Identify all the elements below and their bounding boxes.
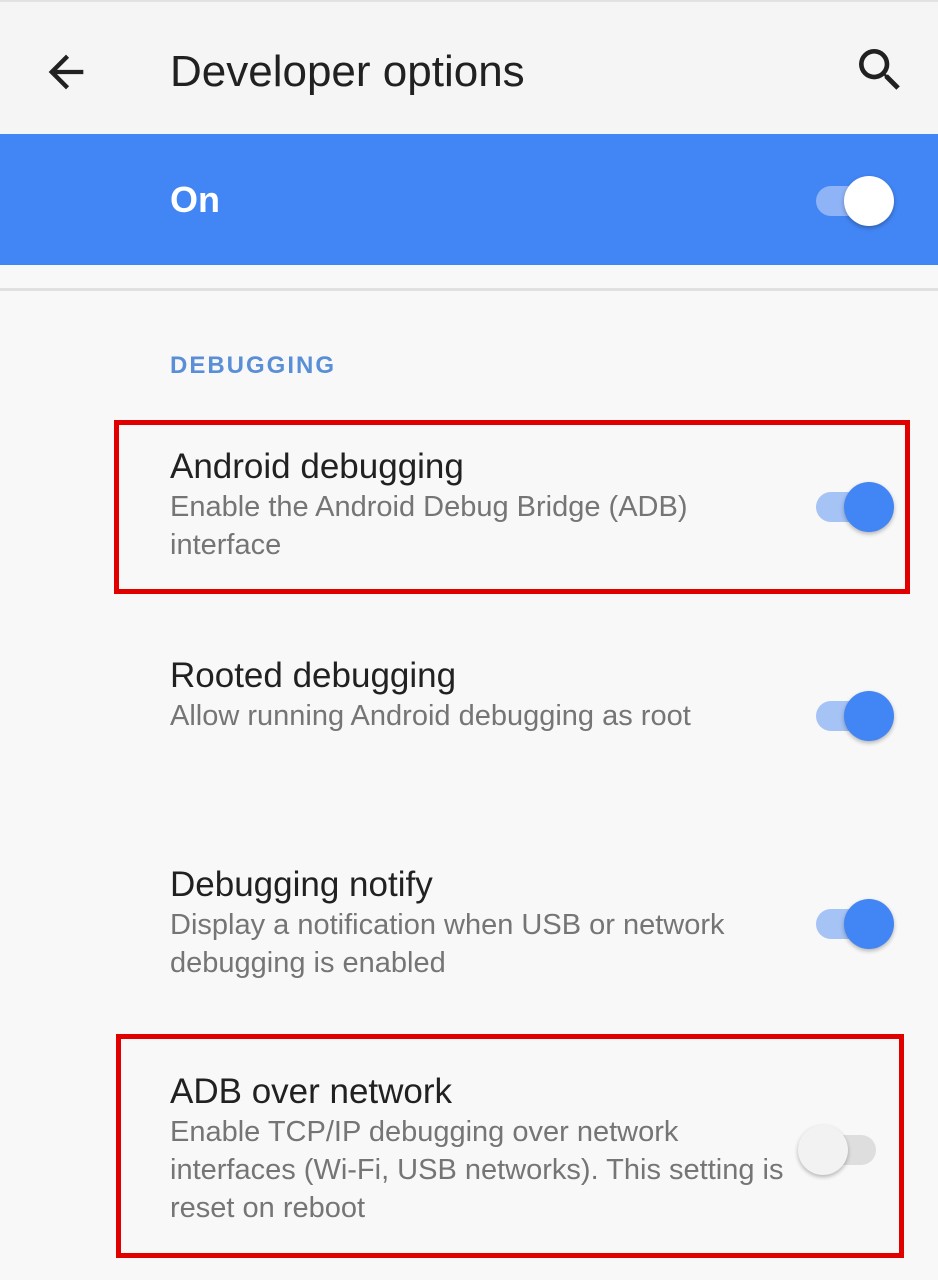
divider [0, 288, 938, 291]
search-icon [859, 49, 900, 90]
arrow-back-icon [48, 54, 84, 90]
setting-title: Debugging notify [170, 865, 433, 904]
toggle-thumb [844, 691, 894, 741]
setting-summary: Display a notification when USB or netwo… [170, 909, 725, 979]
toggle-thumb [844, 899, 894, 949]
rooted-debugging-toggle[interactable] [816, 691, 894, 741]
highlight-box-adb-over-network [116, 1034, 904, 1258]
toggle-thumb [844, 176, 894, 226]
setting-debugging-notify[interactable]: Debugging notify Display a notification … [0, 864, 938, 994]
app-bar: Developer options [0, 0, 938, 134]
setting-summary: Allow running Android debugging as root [170, 700, 691, 732]
master-switch-label: On [170, 179, 220, 220]
master-toggle[interactable] [816, 176, 894, 226]
page-title: Developer options [170, 47, 525, 96]
setting-title: Rooted debugging [170, 656, 457, 695]
setting-rooted-debugging[interactable]: Rooted debugging Allow running Android d… [0, 655, 938, 785]
section-header-debugging: DEBUGGING [170, 352, 337, 379]
master-switch-bar[interactable]: On [0, 134, 938, 265]
highlight-box-android-debugging [114, 420, 910, 594]
back-button[interactable] [40, 46, 92, 98]
search-button[interactable] [852, 42, 908, 98]
debugging-notify-toggle[interactable] [816, 899, 894, 949]
